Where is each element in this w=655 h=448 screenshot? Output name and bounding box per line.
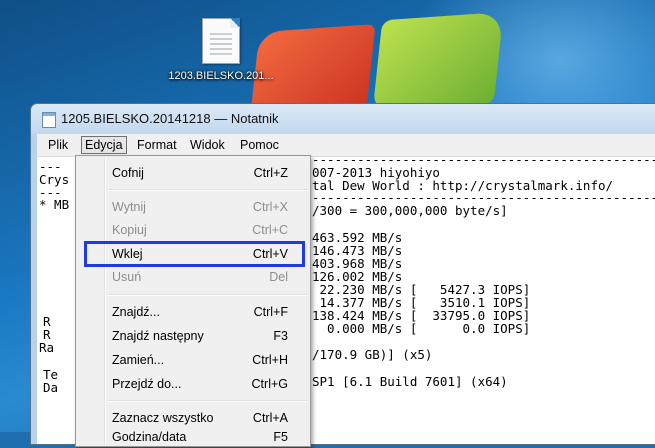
menu-item-label: Cofnij [112,166,144,180]
editor-line: /170.9 GB)] (x5) [312,347,433,362]
menu-item-shortcut: Ctrl+H [252,353,288,367]
window-title: 1205.BIELSKO.20141218 — Notatnik [61,111,279,126]
menu-item-label: Znajdź... [112,305,160,319]
menu-item-shortcut: Ctrl+X [252,200,288,214]
menu-separator [108,189,307,191]
wallpaper-logo-green [372,11,504,113]
menu-item-label: Przejdź do... [112,377,182,391]
editor-line: Ra [39,340,55,355]
menu-item-znajdz[interactable]: Znajdź... Ctrl+F [76,301,310,323]
editor-line: /300 = 300,000,000 byte/s] [312,203,508,218]
menu-item-zamien[interactable]: Zamień... Ctrl+H [76,349,310,371]
menu-item-shortcut: Ctrl+G [251,377,288,391]
menu-item-label: Wklej [112,247,143,261]
menu-item-shortcut: Ctrl+V [252,247,288,261]
menu-item-kopiuj[interactable]: Kopiuj Ctrl+C [76,219,310,241]
editor-line: Da [43,380,59,395]
title-bar[interactable]: 1205.BIELSKO.20141218 — Notatnik [31,104,655,134]
menu-item-shortcut: F3 [273,329,288,343]
menu-pomoc[interactable]: Pomoc [237,137,282,153]
menu-item-godzina-data[interactable]: Godzina/data F5 [76,426,310,448]
notepad-icon[interactable] [42,112,56,128]
desktop-file-label: 1203.BIELSKO.201... [168,70,274,82]
editor-line: SP1 [6.1 Build 7601] (x64) [312,374,508,389]
menu-item-label: Godzina/data [112,430,187,444]
editor-line: * MB [39,197,70,212]
menu-item-shortcut: F5 [273,430,288,444]
menu-plik[interactable]: Plik [45,137,71,153]
menu-format[interactable]: Format [134,137,180,153]
menu-item-wytnij[interactable]: Wytnij Ctrl+X [76,196,310,218]
menu-item-shortcut: Ctrl+A [252,411,288,425]
menu-item-label: Usuń [112,270,142,284]
menu-item-label: Wytnij [112,200,146,214]
menu-separator [108,400,307,402]
menu-item-shortcut: Del [269,270,288,284]
menu-item-przejdz-do[interactable]: Przejdź do... Ctrl+G [76,373,310,395]
menu-item-cofnij[interactable]: Cofnij Ctrl+Z [76,162,310,184]
desktop-file-icon[interactable]: 1203.BIELSKO.201... [156,18,286,82]
edit-menu-dropdown: Cofnij Ctrl+Z Wytnij Ctrl+X Kopiuj Ctrl+… [75,155,311,447]
menu-item-shortcut: Ctrl+F [253,305,288,319]
editor-line: 0.000 MB/s [ 0.0 IOPS] [312,321,531,336]
menu-item-znajdz-nastepny[interactable]: Znajdź następny F3 [76,325,310,347]
menu-item-label: Zaznacz wszystko [112,411,214,425]
menu-item-label: Zamień... [112,353,165,367]
menu-item-usun[interactable]: Usuń Del [76,266,310,288]
menu-item-shortcut: Ctrl+Z [253,166,288,180]
menu-item-label: Znajdź następny [112,329,204,343]
menu-edycja[interactable]: Edycja [81,136,127,154]
menu-item-shortcut: Ctrl+C [252,223,288,237]
menu-item-label: Kopiuj [112,223,147,237]
menu-widok[interactable]: Widok [187,137,228,153]
menu-separator [108,294,307,296]
text-file-icon [202,18,240,64]
menu-item-wklej[interactable]: Wklej Ctrl+V [84,241,305,267]
